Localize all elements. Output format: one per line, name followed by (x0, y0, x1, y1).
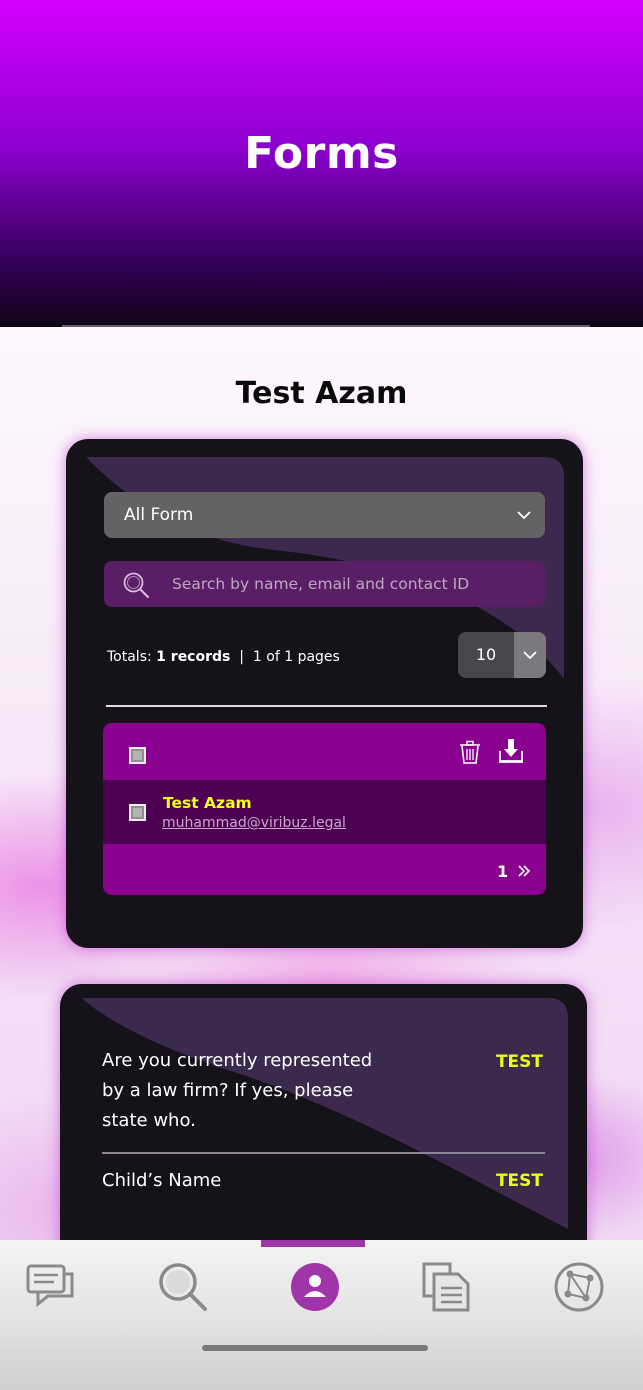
row-name[interactable]: Test Azam (163, 794, 252, 812)
chevron-down-icon (517, 511, 531, 520)
nav-item-search[interactable] (156, 1260, 210, 1314)
per-page-select[interactable]: 10 (458, 632, 546, 678)
documents-icon (422, 1262, 470, 1312)
home-indicator (202, 1345, 428, 1351)
pages-text: 1 of 1 pages (252, 649, 340, 665)
totals-label: Totals: (107, 649, 152, 665)
row-checkbox[interactable] (129, 804, 146, 821)
chevron-down-icon (523, 651, 537, 660)
forms-table: Test Azam muhammad@viribuz.legal 1 (103, 723, 546, 895)
nav-item-documents[interactable] (420, 1260, 474, 1314)
per-page-toggle[interactable] (514, 632, 546, 678)
table-header (103, 723, 546, 780)
table-row[interactable]: Test Azam muhammad@viribuz.legal (103, 780, 546, 844)
current-page[interactable]: 1 (497, 862, 508, 881)
totals-separator: | (239, 649, 244, 665)
app-header: Forms (0, 0, 643, 327)
search-icon (159, 1263, 207, 1311)
nav-active-indicator (261, 1240, 365, 1247)
per-page-value: 10 (475, 645, 497, 664)
field-value-child-name: TEST (495, 1171, 543, 1191)
search-box (104, 561, 545, 607)
header-title: Forms (244, 128, 399, 179)
page-title: Test Azam (235, 376, 408, 411)
divider (102, 1152, 545, 1154)
search-input[interactable] (172, 561, 532, 607)
form-type-dropdown[interactable]: All Form (104, 492, 545, 538)
network-icon (554, 1262, 604, 1312)
divider (106, 705, 547, 707)
totals-summary: Totals: 1 records | 1 of 1 pages (107, 649, 340, 665)
forms-card: All Form Totals: 1 records | 1 of 1 page… (66, 439, 583, 948)
form-details-card: Are you currently represented by a law f… (60, 984, 587, 1284)
nav-item-messages[interactable] (24, 1260, 78, 1314)
chat-icon (26, 1264, 74, 1308)
nav-item-profile[interactable] (288, 1260, 342, 1314)
double-chevron-right-icon[interactable] (517, 864, 531, 878)
form-type-selected: All Form (124, 505, 194, 525)
nav-item-network[interactable] (552, 1260, 606, 1314)
search-icon (123, 572, 150, 599)
totals-records: 1 records (156, 649, 231, 665)
download-icon[interactable] (497, 737, 525, 765)
row-email[interactable]: muhammad@viribuz.legal (162, 815, 346, 831)
field-label-child-name: Child’s Name (102, 1170, 222, 1191)
profile-icon (291, 1263, 339, 1311)
trash-icon[interactable] (457, 739, 483, 765)
select-all-checkbox[interactable] (129, 747, 146, 764)
bottom-nav (0, 1240, 643, 1390)
field-value-represented: TEST (495, 1052, 543, 1072)
field-label-represented: Are you currently represented by a law f… (102, 1050, 373, 1131)
table-pagination: 1 (103, 844, 546, 895)
